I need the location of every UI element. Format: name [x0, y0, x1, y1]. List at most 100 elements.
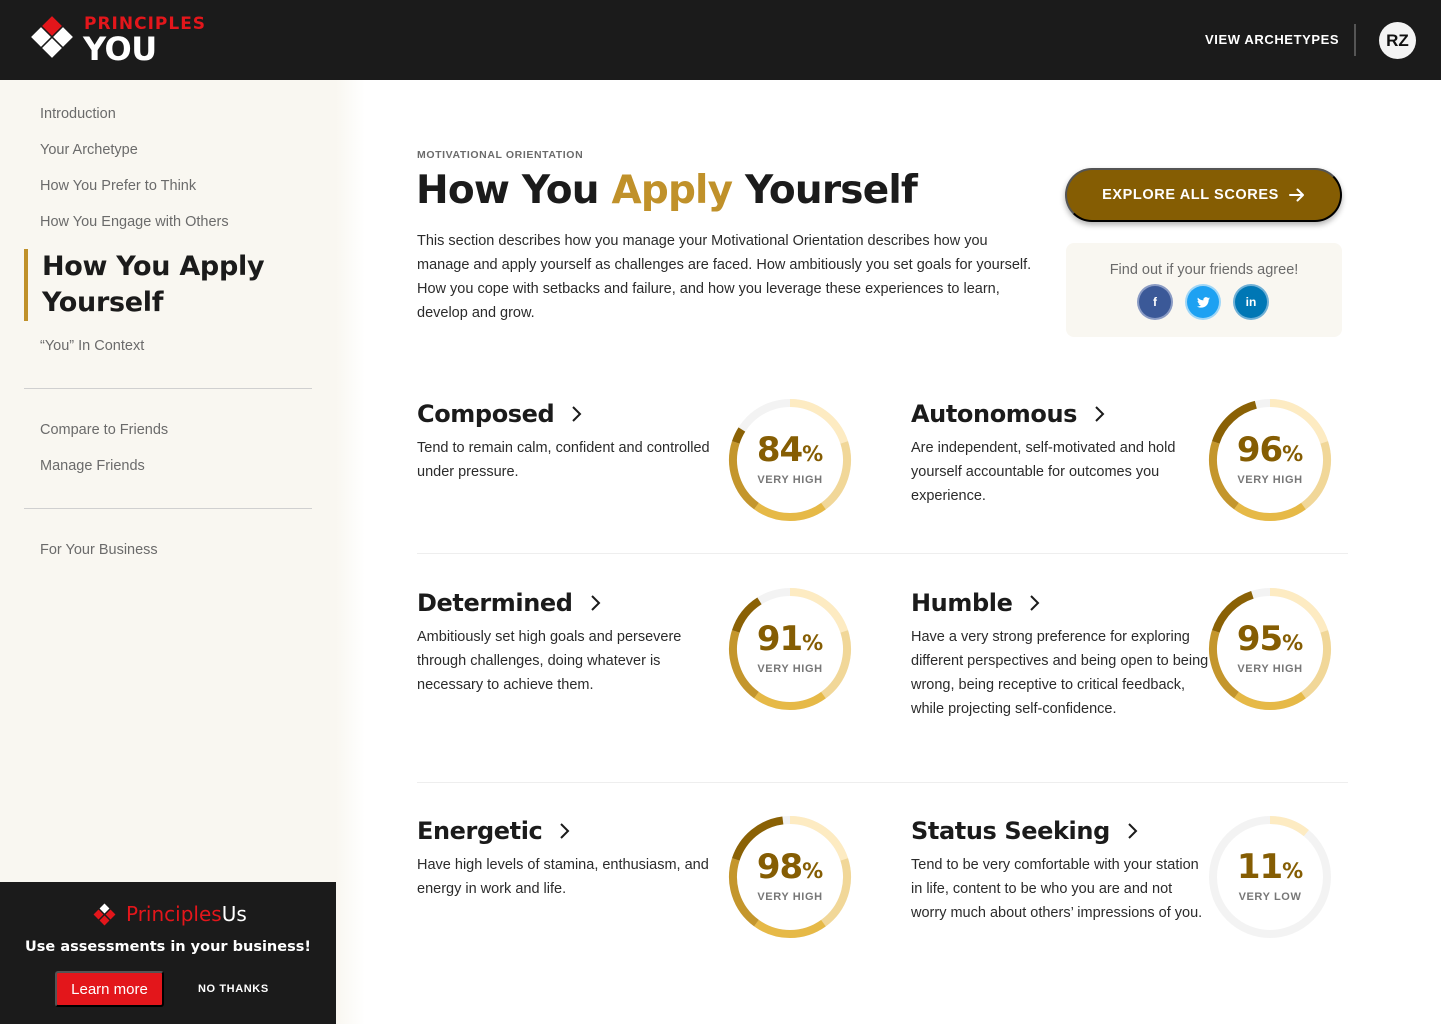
score-number: 98: [756, 847, 803, 887]
chevron-right-icon: [1128, 823, 1138, 839]
trait-card-humble: Humble Have a very strong preference for…: [911, 587, 1211, 721]
title-suffix: Yourself: [732, 168, 918, 213]
share-box: Find out if your friends agree! f in: [1066, 243, 1342, 337]
score-level: VERY HIGH: [757, 663, 823, 675]
header-divider: [1354, 24, 1356, 56]
sidebar-item-your-archetype[interactable]: Your Archetype: [40, 142, 138, 158]
sidebar-item-you-in-context[interactable]: “You” In Context: [40, 338, 144, 354]
score-value: 84%: [756, 430, 824, 470]
trait-card-status-seeking: Status Seeking Tend to be very comfortab…: [911, 815, 1211, 925]
ring-segment: [754, 502, 826, 521]
trait-name-link[interactable]: Status Seeking: [911, 815, 1211, 847]
trait-name-link[interactable]: Composed: [417, 398, 717, 430]
trait-description: Tend to remain calm, confident and contr…: [417, 440, 710, 480]
chevron-right-icon: [1030, 595, 1040, 611]
sidebar-active-label-line2: Yourself: [42, 287, 164, 318]
score-level: VERY HIGH: [757, 891, 823, 903]
logo-diamond-icon: [28, 16, 76, 66]
trait-name-link[interactable]: Energetic: [417, 815, 717, 847]
trait-name-link[interactable]: Humble: [911, 587, 1211, 619]
sidebar-item-for-your-business[interactable]: For Your Business: [40, 542, 158, 558]
score-ring-status-seeking: 11% VERY LOW: [1207, 814, 1333, 940]
ring-segment: [1269, 816, 1309, 837]
score-value: 91%: [756, 619, 824, 659]
sidebar-item-compare-to-friends[interactable]: Compare to Friends: [40, 422, 168, 438]
chevron-right-icon: [572, 406, 582, 422]
score-level: VERY HIGH: [757, 474, 823, 486]
arrow-right-icon: [1288, 188, 1304, 202]
promo-tagline: Use assessments in your business!: [25, 939, 311, 955]
score-number: 96: [1236, 430, 1283, 470]
twitter-icon: [1196, 296, 1210, 308]
trait-name-link[interactable]: Autonomous: [911, 398, 1211, 430]
explore-all-scores-button[interactable]: EXPLORE ALL SCORES: [1065, 168, 1342, 222]
score-level: VERY HIGH: [1237, 663, 1303, 675]
trait-card-energetic: Energetic Have high levels of stamina, e…: [417, 815, 717, 901]
score-value: 96%: [1236, 430, 1304, 470]
score-ring-humble: 95% VERY HIGH: [1207, 586, 1333, 712]
learn-more-button[interactable]: Learn more: [55, 971, 164, 1007]
section-eyebrow: MOTIVATIONAL ORIENTATION: [417, 149, 584, 161]
score-level: VERY HIGH: [1237, 474, 1303, 486]
chevron-right-icon: [590, 595, 600, 611]
score-level: VERY LOW: [1238, 891, 1302, 903]
score-ring-composed: 84% VERY HIGH: [727, 397, 853, 523]
view-archetypes-link[interactable]: VIEW ARCHETYPES: [1205, 32, 1339, 47]
sidebar-divider: [24, 388, 312, 389]
principles-us-promo: PrinciplesUs Use assessments in your bus…: [0, 882, 336, 1024]
user-avatar[interactable]: RZ: [1379, 22, 1416, 59]
title-accent: Apply: [611, 168, 733, 213]
principles-you-logo[interactable]: PRINCIPLES YOU: [28, 14, 208, 68]
sidebar-item-manage-friends[interactable]: Manage Friends: [40, 458, 145, 474]
top-bar: PRINCIPLES YOU VIEW ARCHETYPES RZ: [0, 0, 1441, 80]
principles-us-logo: PrinciplesUs: [92, 902, 272, 928]
brand-red-text: Principles: [126, 902, 222, 926]
score-ring-energetic: 98% VERY HIGH: [727, 814, 853, 940]
trait-name: Status Seeking: [911, 817, 1110, 845]
row-divider: [417, 782, 1348, 783]
sidebar-item-engage-with-others[interactable]: How You Engage with Others: [40, 214, 229, 230]
linkedin-share-button[interactable]: in: [1235, 286, 1267, 318]
trait-name-link[interactable]: Determined: [417, 587, 717, 619]
twitter-share-button[interactable]: [1187, 286, 1219, 318]
ring-segment: [754, 919, 826, 938]
ring-segment: [1234, 502, 1306, 521]
trait-description: Have high levels of stamina, enthusiasm,…: [417, 857, 709, 897]
principles-us-name: PrinciplesUs: [126, 902, 247, 926]
chevron-right-icon: [560, 823, 570, 839]
trait-card-composed: Composed Tend to remain calm, confident …: [417, 398, 717, 484]
trait-name: Composed: [417, 400, 555, 428]
trait-description: Have a very strong preference for explor…: [911, 629, 1209, 717]
sidebar-item-apply-yourself-active[interactable]: How You Apply Yourself: [24, 249, 284, 321]
trait-description: Are independent, self-motivated and hold…: [911, 440, 1176, 504]
trait-card-determined: Determined Ambitiously set high goals an…: [417, 587, 717, 697]
trait-description: Ambitiously set high goals and persevere…: [417, 629, 682, 693]
trait-description: Tend to be very comfortable with your st…: [911, 857, 1203, 921]
page-title: How You Apply Yourself: [416, 168, 918, 213]
ring-segment: [1234, 691, 1306, 710]
trait-name: Humble: [911, 589, 1013, 617]
sidebar-item-introduction[interactable]: Introduction: [40, 106, 116, 122]
trait-card-autonomous: Autonomous Are independent, self-motivat…: [911, 398, 1211, 508]
row-divider: [417, 553, 1348, 554]
sidebar-active-label-line1: How You Apply: [42, 251, 265, 282]
logo-text-you: YOU: [83, 30, 157, 68]
facebook-share-button[interactable]: f: [1139, 286, 1171, 318]
share-title: Find out if your friends agree!: [1109, 262, 1299, 278]
score-value: 11%: [1236, 847, 1304, 887]
score-ring-determined: 91% VERY HIGH: [727, 586, 853, 712]
score-value: 98%: [756, 847, 824, 887]
trait-name: Energetic: [417, 817, 543, 845]
score-ring-autonomous: 96% VERY HIGH: [1207, 397, 1333, 523]
section-intro: This section describes how you manage yo…: [417, 233, 1032, 321]
explore-button-label: EXPLORE ALL SCORES: [1102, 187, 1279, 203]
trait-name: Autonomous: [911, 400, 1078, 428]
linkedin-icon: in: [1245, 295, 1257, 309]
trait-name: Determined: [417, 589, 573, 617]
sidebar-item-prefer-to-think[interactable]: How You Prefer to Think: [40, 178, 196, 194]
score-number: 11: [1236, 847, 1283, 887]
brand-white-text: Us: [221, 902, 247, 926]
no-thanks-button[interactable]: NO THANKS: [198, 983, 269, 995]
chevron-right-icon: [1095, 406, 1105, 422]
title-prefix: How You: [416, 168, 612, 213]
